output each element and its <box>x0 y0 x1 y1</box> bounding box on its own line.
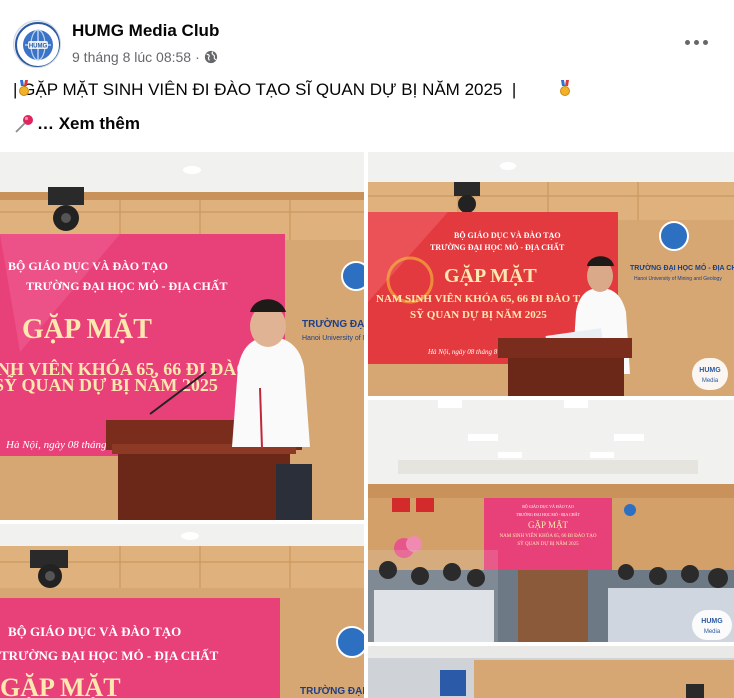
page-name-link[interactable]: HUMG Media Club <box>72 21 219 41</box>
svg-text:TRƯỜNG ĐẠI HỌC MỎ - ĐỊA CHẤT: TRƯỜNG ĐẠI HỌC MỎ - ĐỊA CHẤT <box>302 317 364 330</box>
svg-text:BỘ GIÁO DỤC VÀ ĐÀO TẠO: BỘ GIÁO DỤC VÀ ĐÀO TẠO <box>454 230 561 240</box>
svg-text:BỘ GIÁO DỤC VÀ ĐÀO TẠO: BỘ GIÁO DỤC VÀ ĐÀO TẠO <box>522 504 574 509</box>
post-caption: | GẶP MẶT SINH VIÊN ĐI ĐÀO TẠO SĨ QUAN D… <box>13 80 570 100</box>
svg-text:Hanoi University of Mining and: Hanoi University of Mining and Geology <box>634 276 722 282</box>
svg-text:HUMG: HUMG <box>29 44 48 50</box>
svg-text:SỸ QUAN DỰ BỊ NĂM 2025: SỸ QUAN DỰ BỊ NĂM 2025 <box>410 309 547 321</box>
pushpin-icon <box>15 115 33 133</box>
svg-text:GẶP MẶT: GẶP MẶT <box>0 673 121 698</box>
event-photo-partial <box>368 646 734 698</box>
post-header: HUMG HUMG Media Club 9 tháng 8 lúc 08:58… <box>0 0 734 70</box>
event-photo-speaker-left: BỘ GIÁO DỤC VÀ ĐÀO TẠO TRƯỜNG ĐẠI HỌC MỎ… <box>0 152 364 520</box>
svg-text:NAM SINH VIÊN KHÓA 65, 66 ĐI Đ: NAM SINH VIÊN KHÓA 65, 66 ĐI ĐÀO TẠO <box>376 293 597 305</box>
medal-icon <box>19 80 29 96</box>
svg-text:Hanoi University of Mining and: Hanoi University of Mining and Geology <box>302 335 364 342</box>
svg-text:HUMG: HUMG <box>701 618 723 625</box>
svg-text:SỸ QUAN DỰ BỊ NĂM 2025: SỸ QUAN DỰ BỊ NĂM 2025 <box>517 541 579 547</box>
svg-text:GẶP MẶT: GẶP MẶT <box>444 264 537 287</box>
svg-text:Media: Media <box>704 629 721 635</box>
meta-separator: · <box>195 49 200 65</box>
post-photo-3[interactable]: BỘ GIÁO DỤC VÀ ĐÀO TẠO TRƯỜNG ĐẠI HỌC MỎ… <box>368 400 734 642</box>
svg-text:TRƯỜNG ĐẠI HỌC MỎ - ĐỊA CHẤT: TRƯỜNG ĐẠI HỌC MỎ - ĐỊA CHẤT <box>430 242 565 252</box>
svg-text:GẶP MẶT: GẶP MẶT <box>528 520 568 530</box>
post-photo-5[interactable] <box>368 646 734 698</box>
see-more-label: … Xem thêm <box>37 114 140 133</box>
post-photo-4[interactable]: BỘ GIÁO DỤC VÀ ĐÀO TẠO TRƯỜNG ĐẠI HỌC MỎ… <box>0 524 364 698</box>
medal-icon <box>560 80 570 96</box>
svg-text:BỘ GIÁO DỤC VÀ ĐÀO TẠO: BỘ GIÁO DỤC VÀ ĐÀO TẠO <box>8 624 181 639</box>
post-meta: 9 tháng 8 lúc 08:58 · <box>72 49 218 65</box>
event-photo-speaker-right: BỘ GIÁO DỤC VÀ ĐÀO TẠO TRƯỜNG ĐẠI HỌC MỎ… <box>368 152 734 396</box>
svg-text:TRƯỜNG ĐẠI HỌC MỎ - ĐỊA CHẤT: TRƯỜNG ĐẠI HỌC MỎ - ĐỊA CHẤT <box>0 648 219 663</box>
svg-text:TRƯỜNG ĐẠI HỌC MỎ - ĐỊA CHẤT: TRƯỜNG ĐẠI HỌC MỎ - ĐỊA CHẤT <box>516 512 581 517</box>
globe-icon[interactable] <box>204 50 218 64</box>
svg-text:BỘ GIÁO DỤC VÀ ĐÀO TẠO: BỘ GIÁO DỤC VÀ ĐÀO TẠO <box>8 259 168 273</box>
post-photo-2[interactable]: BỘ GIÁO DỤC VÀ ĐÀO TẠO TRƯỜNG ĐẠI HỌC MỎ… <box>368 152 734 396</box>
post-timestamp[interactable]: 9 tháng 8 lúc 08:58 <box>72 49 191 65</box>
see-more-link[interactable]: … Xem thêm <box>13 114 140 134</box>
svg-text:TRƯỜNG ĐẠI HỌC MỎ - ĐỊA CHẤT: TRƯỜNG ĐẠI HỌC MỎ - ĐỊA CHẤT <box>300 684 364 697</box>
event-photo-audience: BỘ GIÁO DỤC VÀ ĐÀO TẠO TRƯỜNG ĐẠI HỌC MỎ… <box>368 400 734 642</box>
svg-text:SỸ QUAN DỰ BỊ NĂM 2025: SỸ QUAN DỰ BỊ NĂM 2025 <box>0 374 218 395</box>
post-photo-1[interactable]: BỘ GIÁO DỤC VÀ ĐÀO TẠO TRƯỜNG ĐẠI HỌC MỎ… <box>0 152 364 520</box>
more-dots-icon[interactable] <box>684 30 708 54</box>
caption-text: | GẶP MẶT SINH VIÊN ĐI ĐÀO TẠO SĨ QUAN D… <box>13 80 517 99</box>
svg-text:Media: Media <box>702 378 719 384</box>
event-photo-banner-closeup: BỘ GIÁO DỤC VÀ ĐÀO TẠO TRƯỜNG ĐẠI HỌC MỎ… <box>0 524 364 698</box>
humg-logo-icon: HUMG <box>15 22 60 67</box>
svg-text:GẶP MẶT: GẶP MẶT <box>22 314 152 345</box>
page-avatar[interactable]: HUMG <box>13 20 61 68</box>
svg-text:TRƯỜNG ĐẠI HỌC MỎ - ĐỊA CHẤT: TRƯỜNG ĐẠI HỌC MỎ - ĐỊA CHẤT <box>26 278 228 293</box>
svg-text:NAM SINH VIÊN KHÓA 65, 66 ĐI Đ: NAM SINH VIÊN KHÓA 65, 66 ĐI ĐÀO TẠO <box>500 533 597 539</box>
svg-text:HUMG: HUMG <box>699 367 721 374</box>
